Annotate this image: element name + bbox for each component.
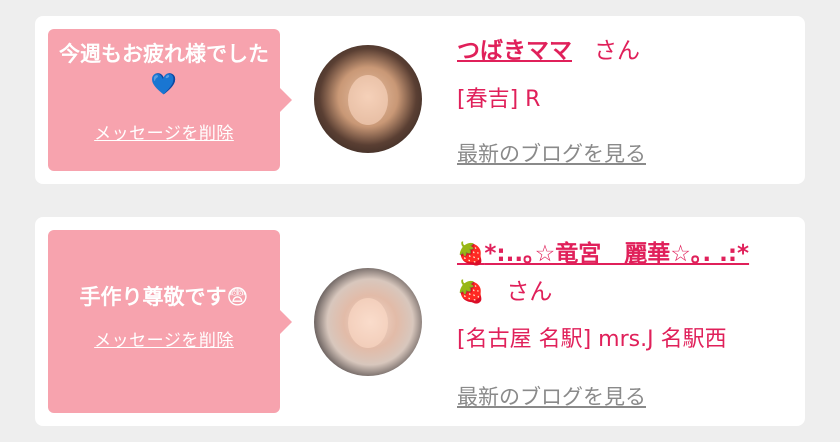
sender-name-text: *:..｡☆竜宮 麗華☆｡. .:* — [484, 241, 750, 267]
sender-name-line: つばきママ さん — [457, 36, 640, 66]
delete-message-link[interactable]: メッセージを削除 — [94, 326, 234, 351]
honorific: さん — [594, 38, 640, 64]
sender-name-link[interactable]: 🍓*:..｡☆竜宮 麗華☆｡. .:* — [457, 241, 749, 267]
avatar[interactable] — [314, 45, 422, 153]
strawberry-icon: 🍓 — [457, 242, 485, 267]
sender-name-link[interactable]: つばきママ — [457, 38, 572, 64]
message-card: 手作り尊敬です😨 メッセージを削除 🍓*:..｡☆竜宮 麗華☆｡. .:* 🍓 さ… — [35, 217, 805, 426]
shop-label: [春吉] R — [457, 87, 541, 112]
message-bubble: 手作り尊敬です😨 メッセージを削除 — [48, 230, 292, 413]
latest-blog-link[interactable]: 最新のブログを見る — [457, 381, 646, 411]
avatar-face — [348, 298, 388, 348]
sender-name-line-2: 🍓 さん — [457, 277, 552, 308]
latest-blog-link[interactable]: 最新のブログを見る — [457, 138, 646, 168]
message-card: 今週もお疲れ様でした💙 メッセージを削除 つばきママ さん [春吉] R 最新のブ… — [35, 16, 805, 184]
shop-label: [名古屋 名駅] mrs.J 名駅西 — [457, 327, 727, 352]
delete-message-link[interactable]: メッセージを削除 — [94, 119, 234, 144]
message-text: 手作り尊敬です😨 — [79, 285, 249, 309]
message-text: 今週もお疲れ様でした💙 — [59, 42, 269, 96]
sender-name-line: 🍓*:..｡☆竜宮 麗華☆｡. .:* — [457, 239, 749, 270]
message-bubble: 今週もお疲れ様でした💙 メッセージを削除 — [48, 29, 292, 171]
avatar[interactable] — [314, 268, 422, 376]
honorific: さん — [506, 279, 553, 305]
strawberry-icon: 🍓 — [457, 280, 485, 305]
avatar-face — [348, 75, 388, 125]
